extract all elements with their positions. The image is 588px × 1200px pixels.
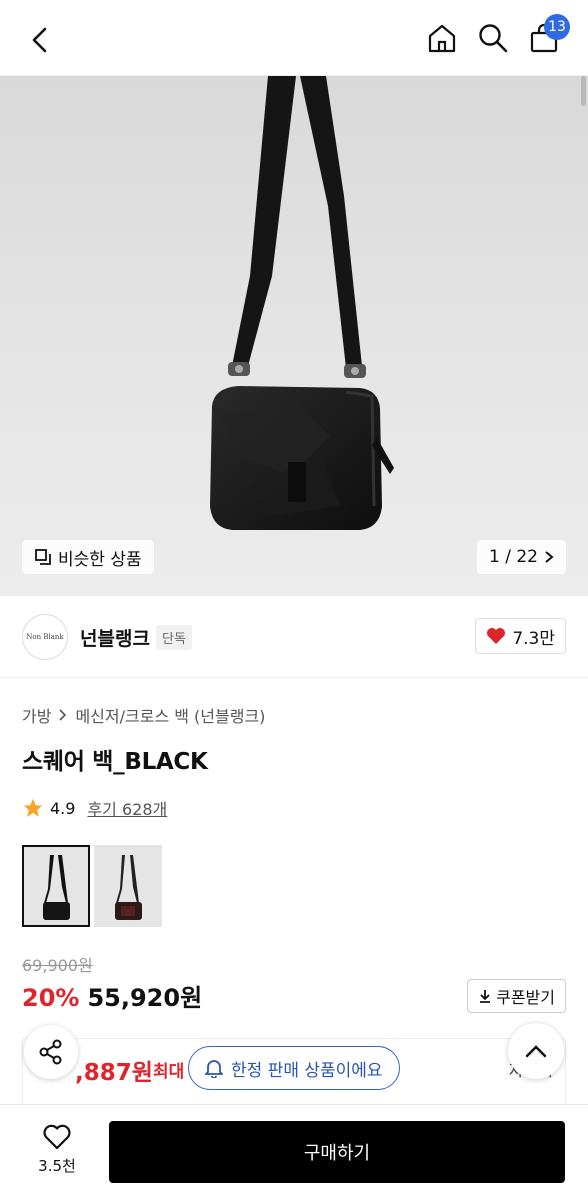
heart-outline-icon (43, 1124, 71, 1150)
brand-name[interactable]: 넌블랭크 (80, 624, 150, 651)
cart-count-badge: 13 (544, 14, 570, 40)
heart-icon (487, 628, 506, 644)
product-image-gallery[interactable]: 비슷한 상품 1 / 22 (0, 76, 588, 596)
scroll-top-button[interactable] (508, 1023, 564, 1079)
thumbnail-image (115, 855, 142, 920)
top-bar: 13 (0, 0, 588, 76)
brand-row: Non Blank 넌블랭크 단독 7.3만 (0, 612, 588, 678)
share-icon (39, 1039, 62, 1065)
coupon-button[interactable]: 쿠폰받기 (467, 979, 566, 1013)
similar-icon (35, 549, 51, 565)
brand-logo[interactable]: Non Blank (22, 614, 68, 660)
buy-button[interactable]: 구매하기 (109, 1121, 565, 1183)
breadcrumb-subcategory[interactable]: 메신저/크로스 백 (넌블랭크) (75, 703, 265, 727)
rating-row: 4.9 후기 628개 (22, 796, 167, 820)
brand-like-count: 7.3만 (512, 628, 555, 649)
star-icon (23, 798, 43, 817)
review-count-link[interactable]: 후기 628개 (87, 796, 167, 820)
similar-products-button[interactable]: 비슷한 상품 (22, 540, 154, 574)
share-button[interactable] (24, 1025, 78, 1079)
search-button[interactable] (473, 18, 513, 58)
home-icon (428, 24, 456, 53)
wishlist-count: 3.5천 (38, 1157, 76, 1175)
sale-price: 55,920원 (87, 984, 203, 1012)
product-image (210, 76, 394, 530)
brand-like-button[interactable]: 7.3만 (475, 618, 566, 654)
thumbnail-image (43, 855, 70, 920)
exclusive-badge: 단독 (156, 625, 192, 650)
original-price: 69,900원 (22, 956, 93, 975)
download-icon (480, 990, 491, 1003)
limited-sale-notice: 한정 판매 상품이에요 (188, 1046, 400, 1090)
max-benefit-label: 최대 (153, 1062, 185, 1082)
page-indicator-text: 1 / 22 (489, 547, 538, 567)
max-benefit-price: ,887원 (75, 1060, 153, 1086)
color-option-other[interactable] (94, 845, 162, 927)
bottom-action-bar: 3.5천 구매하기 (0, 1104, 588, 1200)
chevron-left-icon (32, 27, 47, 53)
similar-products-label: 비슷한 상품 (58, 549, 142, 570)
scrollbar[interactable] (581, 76, 586, 106)
coupon-label: 쿠폰받기 (496, 988, 555, 1007)
color-options (22, 845, 162, 927)
cart-button[interactable]: 13 (524, 14, 570, 58)
chevron-up-icon (525, 1045, 547, 1058)
limited-sale-label: 한정 판매 상품이에요 (231, 1060, 383, 1081)
price-row: 20% 55,920원 (22, 978, 202, 1013)
discount-rate: 20% (22, 984, 80, 1012)
wishlist-button[interactable]: 3.5천 (26, 1123, 88, 1176)
chevron-right-icon (59, 709, 67, 721)
product-title: 스퀘어 백_BLACK (22, 749, 208, 775)
brand-logo-text: Non Blank (26, 633, 64, 641)
rating-score: 4.9 (50, 798, 76, 818)
home-button[interactable] (422, 18, 462, 58)
color-option-black[interactable] (22, 845, 90, 927)
image-page-indicator[interactable]: 1 / 22 (477, 540, 566, 574)
search-icon (479, 24, 508, 53)
chevron-right-icon (545, 551, 554, 563)
back-button[interactable] (22, 22, 58, 58)
bell-icon (205, 1060, 223, 1078)
breadcrumb-category[interactable]: 가방 (22, 703, 51, 727)
breadcrumb: 가방 메신저/크로스 백 (넌블랭크) (22, 703, 265, 727)
